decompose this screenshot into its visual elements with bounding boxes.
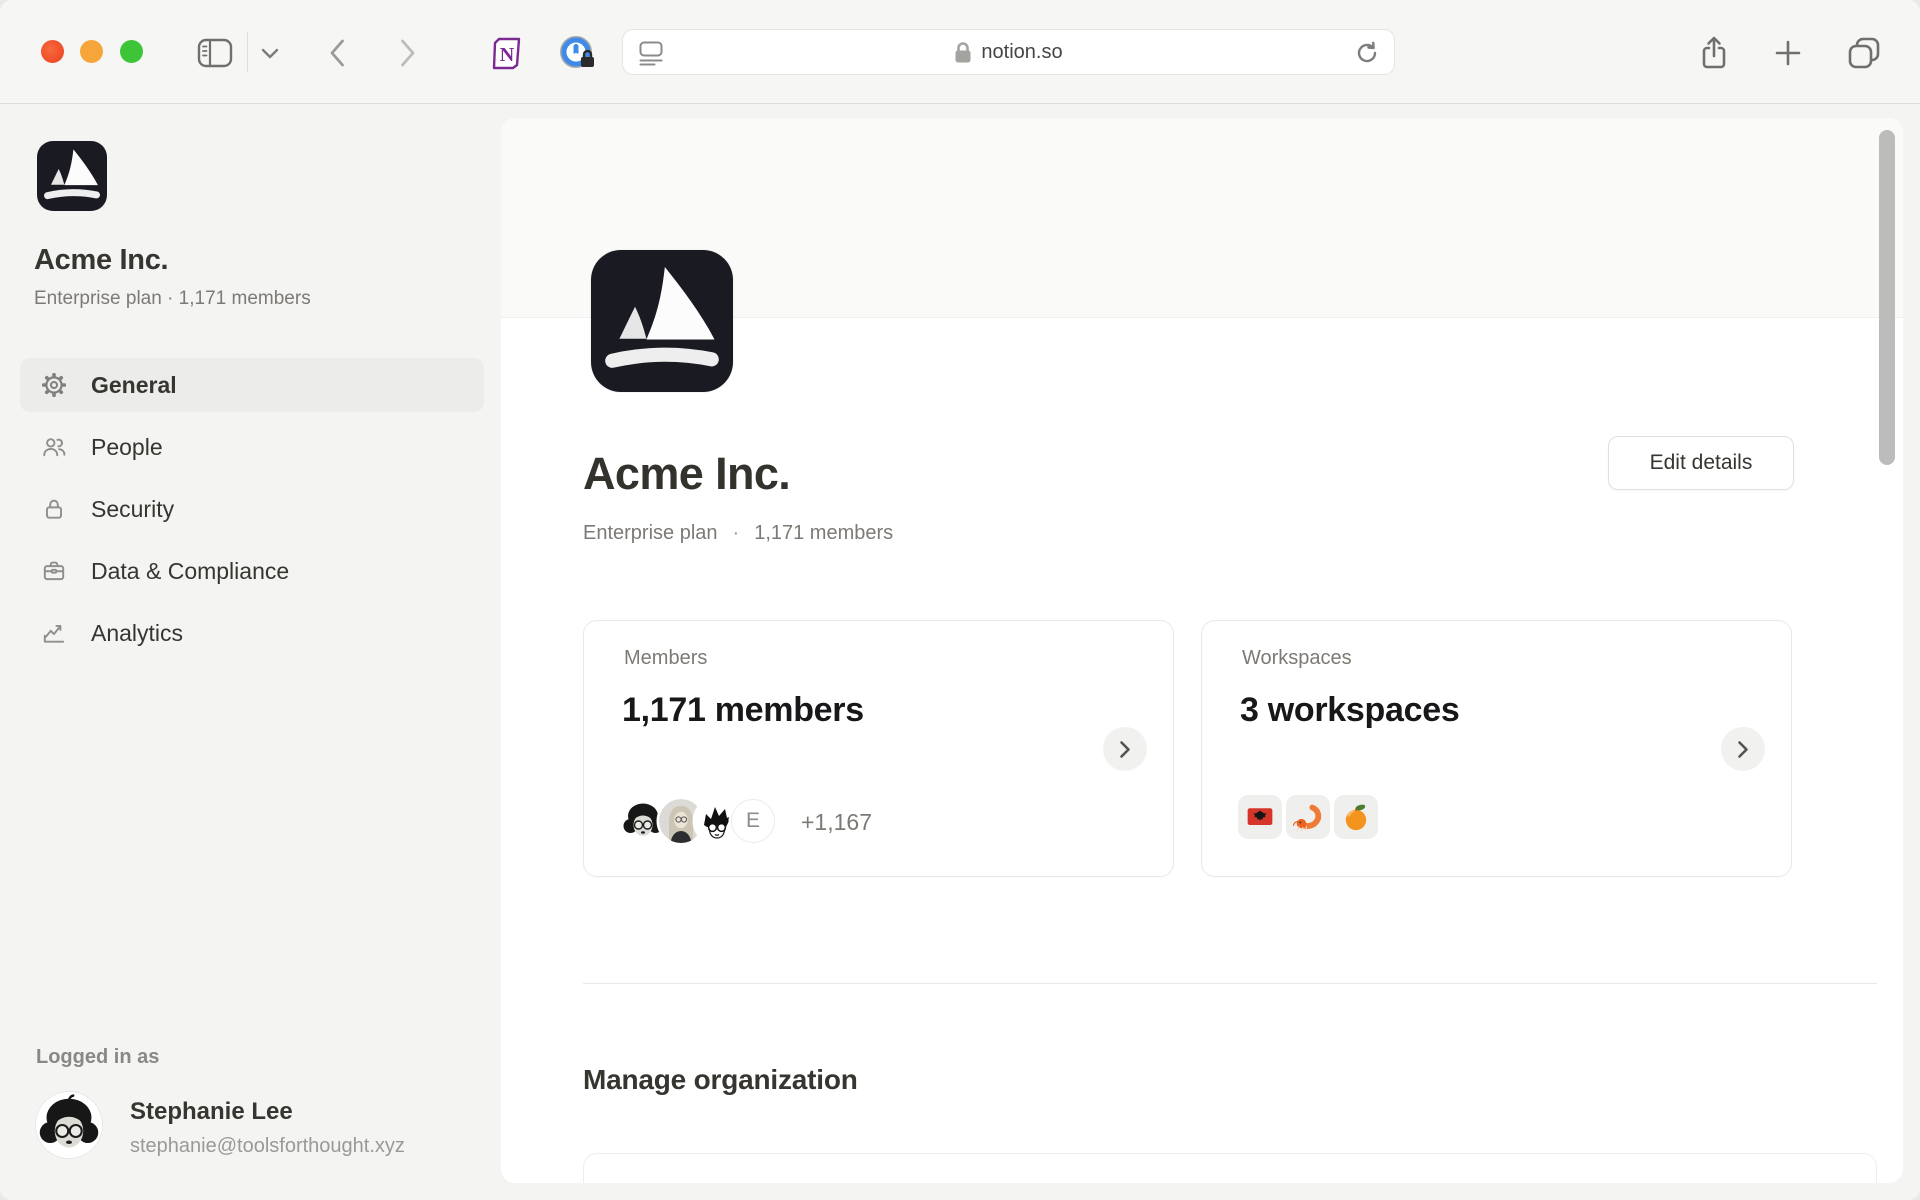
minimize-button[interactable]: [80, 40, 103, 63]
tangerine-icon: [1334, 795, 1378, 839]
members-chevron-button[interactable]: [1103, 727, 1147, 771]
scrollbar-thumb[interactable]: [1879, 130, 1895, 465]
org-logo-sailboat: [37, 141, 107, 211]
address-bar[interactable]: notion.so: [622, 29, 1395, 75]
tab-chevron-down-icon[interactable]: [258, 45, 282, 61]
albania-flag-icon: [1238, 795, 1282, 839]
lock-icon: [954, 41, 972, 64]
zoom-button[interactable]: [120, 40, 143, 63]
members-card-label: Members: [624, 647, 707, 670]
sidebar-org-meta: Enterprise plan · 1,171 members: [34, 288, 311, 310]
members-card-value: 1,171 members: [622, 691, 864, 730]
org-logo-large: [591, 250, 733, 392]
org-subtitle: Enterprise plan · 1,171 members: [583, 522, 893, 545]
subtitle-separator: ·: [733, 522, 740, 545]
gear-icon: [41, 372, 67, 398]
briefcase-icon: [41, 558, 67, 584]
edit-details-button[interactable]: Edit details: [1608, 436, 1794, 490]
members-card[interactable]: Members 1,171 members E +1,167: [583, 620, 1174, 877]
settings-content-panel: Acme Inc. Enterprise plan · 1,171 member…: [501, 118, 1903, 1183]
workspaces-card[interactable]: Workspaces 3 workspaces: [1201, 620, 1792, 877]
section-divider: [583, 983, 1877, 984]
people-icon: [41, 434, 67, 460]
manage-organization-heading: Manage organization: [583, 1064, 858, 1096]
back-icon[interactable]: [322, 36, 352, 70]
sidebar-item-label: Analytics: [91, 620, 183, 647]
workspaces-card-label: Workspaces: [1242, 647, 1352, 670]
sidebar-toggle-icon[interactable]: [196, 37, 234, 69]
share-icon[interactable]: [1694, 32, 1734, 74]
settings-sidebar: Acme Inc. Enterprise plan · 1,171 member…: [0, 104, 501, 1200]
page-title: Acme Inc.: [583, 448, 790, 500]
user-avatar: [36, 1092, 102, 1158]
onepassword-extension-icon[interactable]: [557, 33, 597, 73]
lock-outline-icon: [41, 496, 67, 522]
sidebar-item-label: Security: [91, 496, 174, 523]
manage-organization-card[interactable]: [583, 1153, 1877, 1183]
line-chart-icon: [41, 620, 67, 646]
forward-icon[interactable]: [393, 36, 423, 70]
shrimp-icon: [1286, 795, 1330, 839]
sidebar-org-name: Acme Inc.: [34, 244, 168, 277]
members-more-count: +1,167: [801, 809, 872, 836]
workspaces-chevron-button[interactable]: [1721, 727, 1765, 771]
chevron-right-icon: [1119, 740, 1131, 759]
sidebar-item-label: Data & Compliance: [91, 558, 289, 585]
url-text: notion.so: [981, 41, 1062, 64]
notion-extension-icon[interactable]: N: [488, 34, 526, 72]
tab-overview-icon[interactable]: [1844, 34, 1884, 72]
sidebar-item-security[interactable]: Security: [20, 482, 484, 536]
member-count-label: 1,171 members: [754, 522, 893, 545]
safari-window: N notion.so: [0, 0, 1920, 1200]
sidebar-item-analytics[interactable]: Analytics: [20, 606, 484, 660]
close-button[interactable]: [41, 40, 64, 63]
new-tab-icon[interactable]: [1770, 36, 1806, 70]
workspaces-card-value: 3 workspaces: [1240, 691, 1459, 730]
reload-icon[interactable]: [1354, 40, 1380, 71]
user-name: Stephanie Lee: [130, 1098, 293, 1126]
sidebar-item-label: People: [91, 434, 163, 461]
plan-label: Enterprise plan: [583, 522, 718, 545]
member-avatar-overflow: E: [731, 799, 775, 843]
sidebar-item-general[interactable]: General: [20, 358, 484, 412]
sidebar-item-people[interactable]: People: [20, 420, 484, 474]
browser-toolbar: N notion.so: [0, 0, 1920, 104]
toolbar-separator: [247, 32, 248, 72]
chevron-right-icon: [1737, 740, 1749, 759]
sidebar-item-label: General: [91, 372, 177, 399]
sidebar-item-data-compliance[interactable]: Data & Compliance: [20, 544, 484, 598]
svg-text:N: N: [500, 44, 515, 66]
user-email: stephanie@toolsforthought.xyz: [130, 1135, 405, 1158]
logged-in-as-label: Logged in as: [36, 1046, 159, 1069]
